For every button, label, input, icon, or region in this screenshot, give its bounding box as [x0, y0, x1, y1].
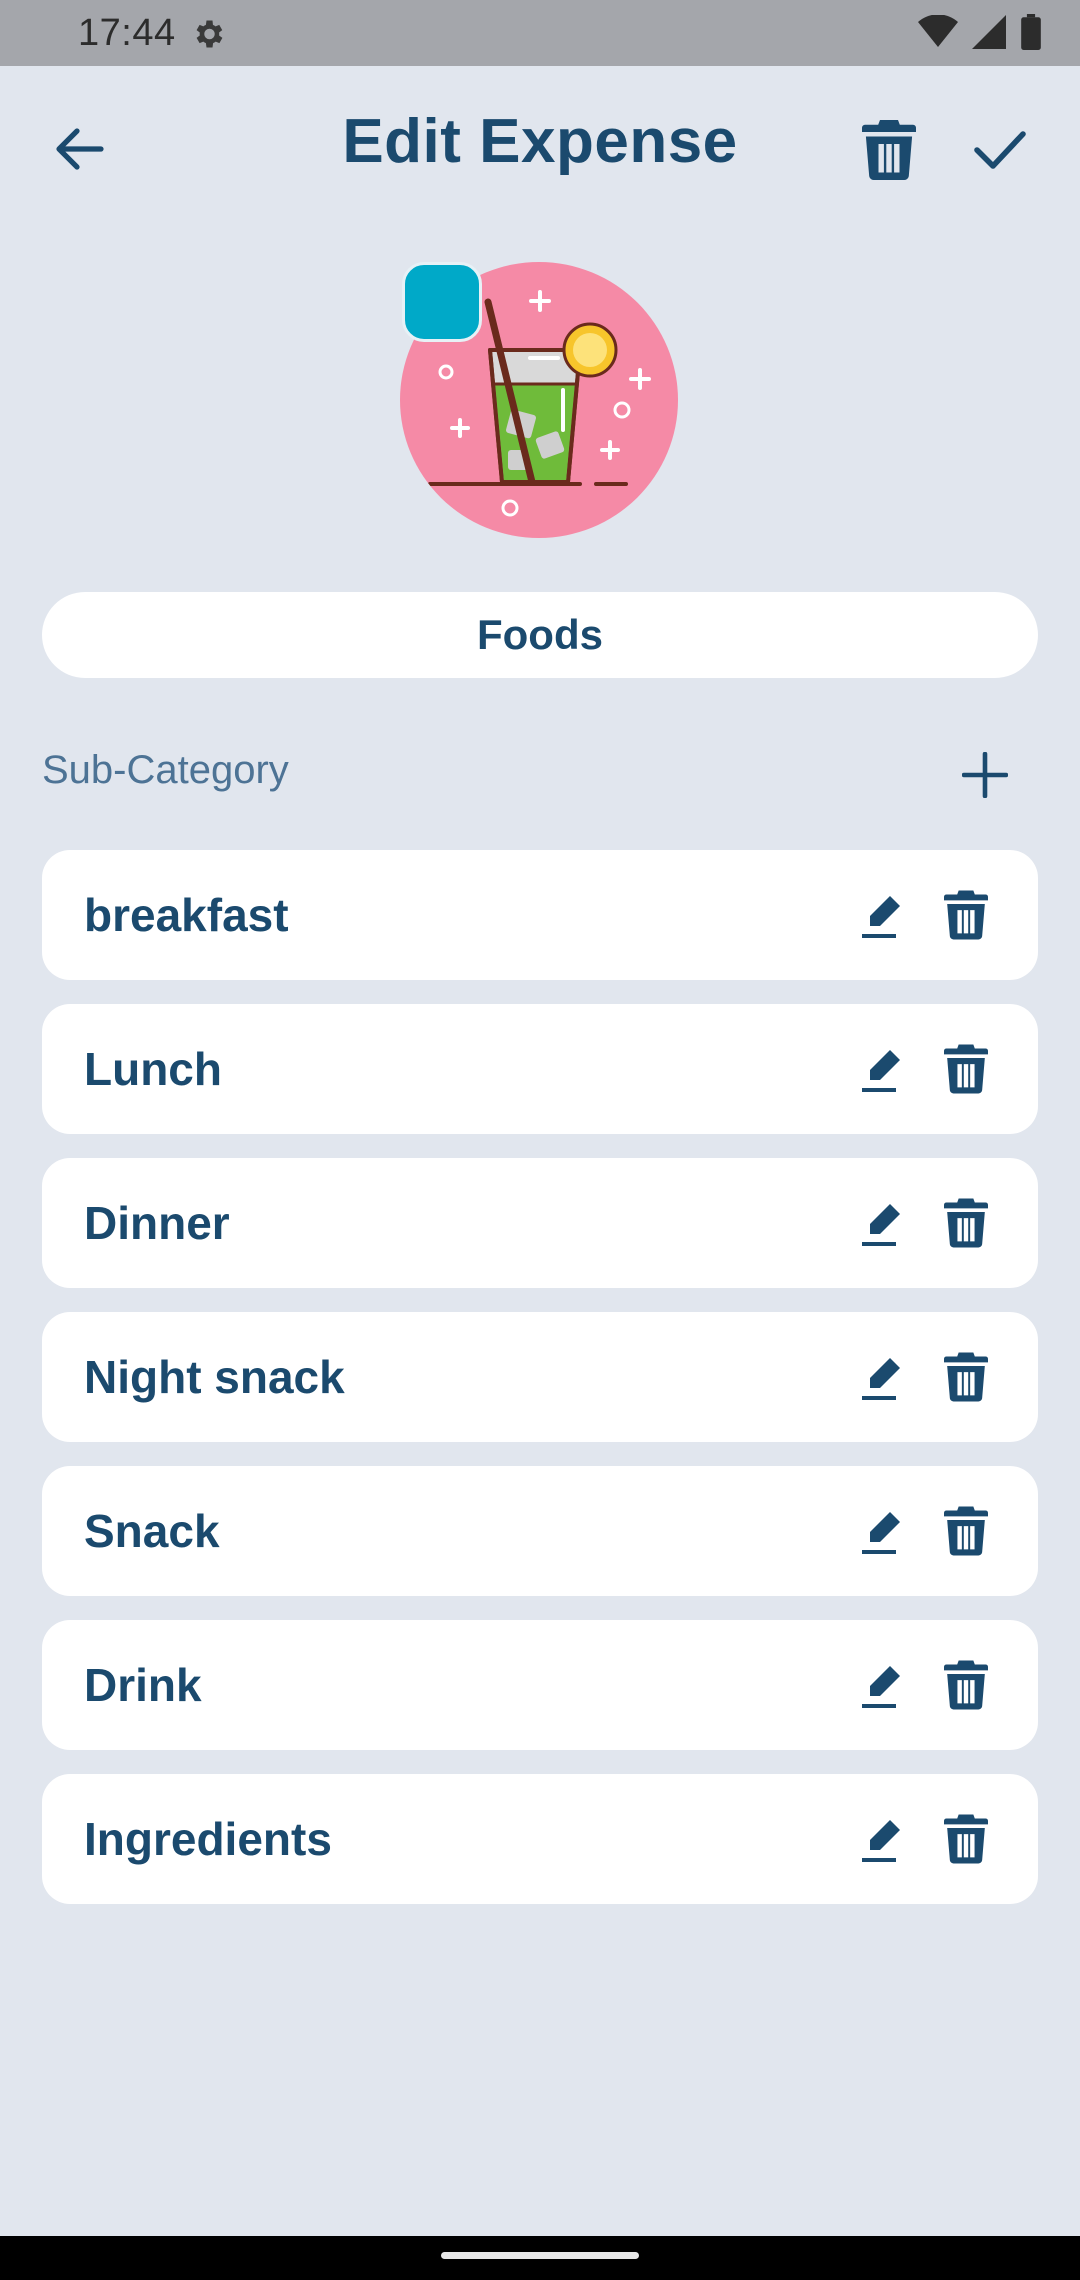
settings-gear-icon [190, 16, 226, 52]
trash-icon[interactable] [940, 1502, 992, 1560]
list-item[interactable]: Night snack [42, 1312, 1038, 1442]
trash-icon[interactable] [940, 1348, 992, 1406]
edit-icon[interactable] [854, 1504, 910, 1560]
edit-icon[interactable] [854, 888, 910, 944]
trash-icon[interactable] [940, 886, 992, 944]
list-item[interactable]: Lunch [42, 1004, 1038, 1134]
sub-category-name: Ingredients [84, 1813, 332, 1865]
wifi-icon [918, 14, 958, 54]
edit-icon[interactable] [854, 1196, 910, 1252]
edit-icon[interactable] [854, 1658, 910, 1714]
trash-icon[interactable] [940, 1194, 992, 1252]
category-color-swatch[interactable] [402, 262, 482, 342]
sub-category-list: breakfast Lunch Dinner Night snack Snack… [42, 850, 1038, 1928]
plus-icon [961, 751, 1009, 803]
sub-category-name: breakfast [84, 889, 289, 941]
list-item[interactable]: Dinner [42, 1158, 1038, 1288]
list-item[interactable]: breakfast [42, 850, 1038, 980]
sub-category-name: Lunch [84, 1043, 222, 1095]
trash-icon[interactable] [940, 1810, 992, 1868]
battery-icon [1020, 14, 1042, 55]
app-bar: Edit Expense [0, 66, 1080, 216]
sub-category-label: Sub-Category [42, 748, 289, 792]
edit-icon[interactable] [854, 1350, 910, 1406]
sub-category-name: Drink [84, 1659, 202, 1711]
trash-icon[interactable] [940, 1656, 992, 1714]
sub-category-name: Night snack [84, 1351, 345, 1403]
delete-category-button[interactable] [854, 112, 924, 192]
status-time: 17:44 [78, 12, 176, 54]
home-gesture-handle[interactable] [441, 2252, 639, 2259]
sub-category-name: Snack [84, 1505, 220, 1557]
trash-icon[interactable] [940, 1040, 992, 1098]
list-item[interactable]: Ingredients [42, 1774, 1038, 1904]
save-button[interactable] [962, 114, 1038, 190]
sub-category-name: Dinner [84, 1197, 230, 1249]
status-bar: 17:44 [0, 0, 1080, 66]
category-name-field[interactable]: Foods [42, 592, 1038, 678]
edit-icon[interactable] [854, 1042, 910, 1098]
edit-icon[interactable] [854, 1812, 910, 1868]
signal-icon [972, 15, 1006, 54]
trash-icon [862, 119, 916, 185]
list-item[interactable]: Snack [42, 1466, 1038, 1596]
check-icon [973, 130, 1027, 175]
add-sub-category-button[interactable] [950, 742, 1020, 812]
system-nav-bar [0, 2236, 1080, 2280]
list-item[interactable]: Drink [42, 1620, 1038, 1750]
